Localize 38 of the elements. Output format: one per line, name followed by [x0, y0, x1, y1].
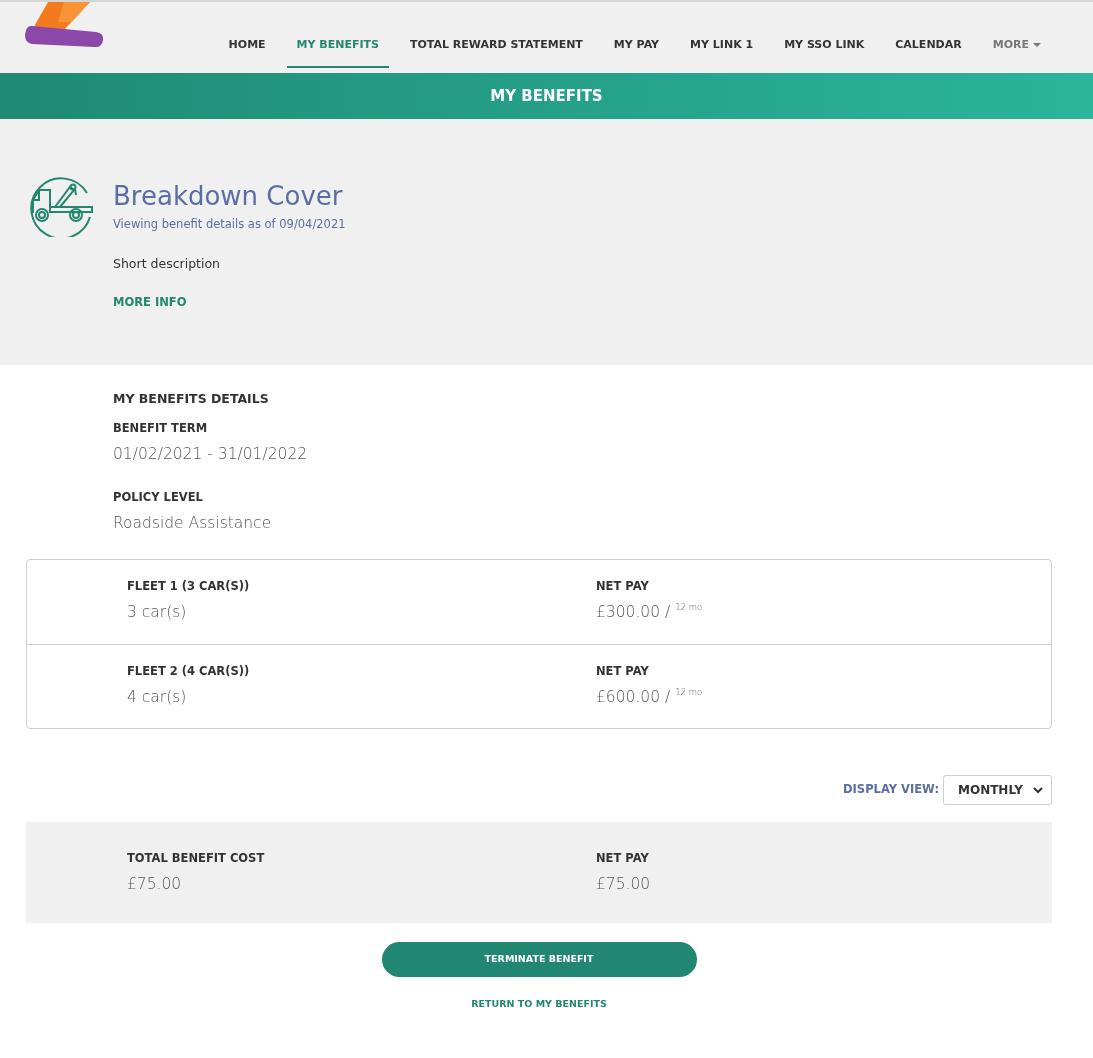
section-heading: MY BENEFITS DETAILS — [113, 391, 270, 406]
fleet-value: 4 car(s) — [127, 687, 188, 709]
net-pay-label: NET PAY — [596, 578, 650, 595]
nav-link[interactable]: MY SSO LINK — [774, 36, 875, 68]
net-pay-value: £300.00 / $^{12 mo}$ — [596, 601, 704, 624]
total-value: £75.00 — [127, 874, 183, 896]
benefit-title: Breakdown Cover — [113, 180, 344, 213]
total-label: TOTAL BENEFIT COST — [127, 850, 266, 867]
nav-link[interactable]: MY LINK 1 — [680, 36, 764, 68]
field-label: BENEFIT TERM — [113, 420, 209, 437]
caret-icon — [1033, 42, 1041, 47]
nav-link[interactable]: MORE — [982, 36, 1051, 68]
nav-link[interactable]: MY BENEFITS — [286, 36, 389, 68]
net-pay-value: £600.00 / $^{12 mo}$ — [596, 686, 704, 709]
total-value: £75.00 — [596, 874, 652, 896]
chevron-down-icon — [1033, 786, 1043, 794]
display-view-dropdown[interactable]: MONTHLY — [943, 775, 1052, 805]
nav-link[interactable]: MY PAY — [603, 36, 670, 68]
fleet-label: FLEET 1 (3 CAR(S)) — [127, 578, 251, 595]
nav-link[interactable]: TOTAL REWARD STATEMENT — [400, 36, 593, 68]
field-value: 01/02/2021 - 31/01/2022 — [113, 444, 309, 466]
banner-title: MY BENEFITS — [490, 87, 603, 105]
return-link[interactable]: RETURN TO MY BENEFITS — [471, 997, 607, 1012]
truck-icon — [30, 175, 94, 237]
benefit-description: Short description — [113, 255, 222, 274]
field-label: POLICY LEVEL — [113, 488, 204, 506]
nav-link[interactable]: CALENDAR — [885, 36, 972, 68]
logo-icon[interactable] — [24, 2, 104, 48]
field-value: Roadside Assistance — [113, 512, 273, 534]
fleet-label: FLEET 2 (4 CAR(S)) — [127, 663, 251, 680]
benefit-date-note: Viewing benefit details as of 09/04/2021 — [113, 216, 346, 233]
total-label: NET PAY — [596, 850, 650, 867]
nav-link[interactable]: HOME — [218, 36, 276, 68]
terminate-benefit-button[interactable]: TERMINATE BENEFIT — [381, 942, 697, 977]
fleet-value: 3 car(s) — [127, 602, 188, 624]
net-pay-label: NET PAY — [596, 663, 650, 680]
more-info-link[interactable]: MORE INFO — [113, 294, 187, 312]
display-view-label: DISPLAY VIEW: — [843, 781, 939, 799]
